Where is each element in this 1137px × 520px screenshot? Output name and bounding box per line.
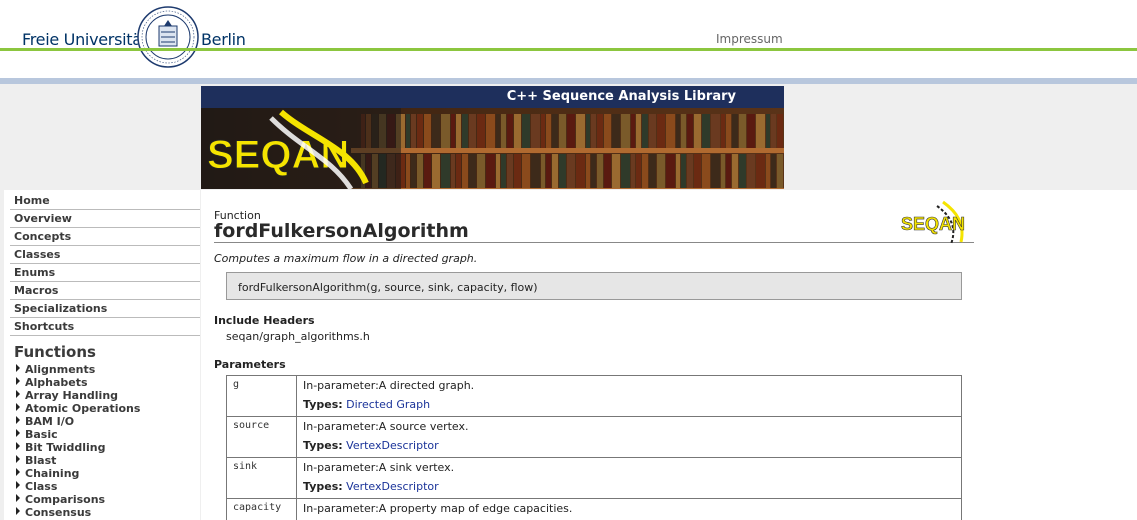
include-file: seqan/graph_algorithms.h xyxy=(226,330,370,343)
expand-triangle-icon xyxy=(16,494,20,502)
page-title: fordFulkersonAlgorithm xyxy=(214,220,469,242)
university-header: Freie Universität Berlin Impressum xyxy=(0,0,1137,78)
expand-triangle-icon xyxy=(16,455,20,463)
sidebar-item-overview[interactable]: Overview xyxy=(10,210,200,228)
impressum-link[interactable]: Impressum xyxy=(716,32,783,46)
function-group-label: Alphabets xyxy=(25,376,88,389)
svg-text:SEQAN: SEQAN xyxy=(901,214,965,234)
function-group-bam-io[interactable]: BAM I/O xyxy=(16,415,200,428)
sidebar-item-specializations[interactable]: Specializations xyxy=(10,300,200,318)
expand-triangle-icon xyxy=(16,507,20,515)
table-row: g In-parameter:A directed graph. Types: … xyxy=(226,375,962,417)
parameter-name: source xyxy=(226,416,297,458)
function-group-blast[interactable]: Blast xyxy=(16,454,200,467)
function-group-label: Class xyxy=(25,480,58,493)
function-group-label: Array Handling xyxy=(25,389,119,402)
function-group-class[interactable]: Class xyxy=(16,480,200,493)
function-group-alphabets[interactable]: Alphabets xyxy=(16,376,200,389)
expand-triangle-icon xyxy=(16,481,20,489)
seqan-banner: C++ Sequence Analysis Library SEQAN xyxy=(201,86,784,189)
expand-triangle-icon xyxy=(16,429,20,437)
parameter-description: In-parameter:A source vertex. xyxy=(303,420,469,433)
function-group-consensus[interactable]: Consensus xyxy=(16,506,200,519)
function-group-comparisons[interactable]: Comparisons xyxy=(16,493,200,506)
parameter-description-cell: In-parameter:A directed graph. Types: Di… xyxy=(296,375,962,417)
signature-box: fordFulkersonAlgorithm(g, source, sink, … xyxy=(226,272,962,300)
function-group-alignments[interactable]: Alignments xyxy=(16,363,200,376)
sidebar-item-home[interactable]: Home xyxy=(10,192,200,210)
expand-triangle-icon xyxy=(16,442,20,450)
sidebar: Home Overview Concepts Classes Enums Mac… xyxy=(4,190,200,520)
sidebar-item-enums[interactable]: Enums xyxy=(10,264,200,282)
parameter-types: Types: VertexDescriptor xyxy=(303,439,955,452)
function-signature: fordFulkersonAlgorithm(g, source, sink, … xyxy=(238,281,538,294)
parameter-description-cell: In-parameter:A property map of edge capa… xyxy=(296,498,962,520)
sidebar-item-classes[interactable]: Classes xyxy=(10,246,200,264)
table-row: capacity In-parameter:A property map of … xyxy=(226,498,962,520)
header-green-rule xyxy=(0,48,1137,51)
function-group-label: Chaining xyxy=(25,467,80,480)
parameter-types: Types: VertexDescriptor xyxy=(303,480,955,493)
function-group-label: Alignments xyxy=(25,363,96,376)
types-label: Types: xyxy=(303,480,343,493)
title-divider xyxy=(214,242,974,243)
university-seal-icon xyxy=(137,6,199,68)
seqan-logo-icon: SEQAN xyxy=(901,200,965,245)
expand-triangle-icon xyxy=(16,377,20,385)
function-group-atomic-operations[interactable]: Atomic Operations xyxy=(16,402,200,415)
function-group-array-handling[interactable]: Array Handling xyxy=(16,389,200,402)
seqan-logo-text: SEQAN xyxy=(207,133,349,177)
function-group-label: Comparisons xyxy=(25,493,106,506)
parameter-description: In-parameter:A property map of edge capa… xyxy=(303,502,573,515)
parameter-name: g xyxy=(226,375,297,417)
types-label: Types: xyxy=(303,439,343,452)
table-row: source In-parameter:A source vertex. Typ… xyxy=(226,416,962,458)
types-label: Types: xyxy=(303,398,343,411)
function-group-basic[interactable]: Basic xyxy=(16,428,200,441)
parameter-description: In-parameter:A sink vertex. xyxy=(303,461,455,474)
function-group-bit-twiddling[interactable]: Bit Twiddling xyxy=(16,441,200,454)
expand-triangle-icon xyxy=(16,416,20,424)
function-group-chaining[interactable]: Chaining xyxy=(16,467,200,480)
expand-triangle-icon xyxy=(16,403,20,411)
parameter-name: capacity xyxy=(226,498,297,520)
function-group-label: Consensus xyxy=(25,506,92,519)
expand-triangle-icon xyxy=(16,468,20,476)
function-group-label: Blast xyxy=(25,454,57,467)
parameters-heading: Parameters xyxy=(214,358,286,371)
university-name-right: Berlin xyxy=(201,30,246,49)
type-link-vertex-descriptor[interactable]: VertexDescriptor xyxy=(346,439,439,452)
function-group-label: BAM I/O xyxy=(25,415,75,428)
main-content: Function fordFulkersonAlgorithm SEQAN Co… xyxy=(201,190,1137,520)
parameter-types: Types: Directed Graph xyxy=(303,398,955,411)
type-link-directed-graph[interactable]: Directed Graph xyxy=(346,398,430,411)
expand-triangle-icon xyxy=(16,364,20,372)
parameter-description-cell: In-parameter:A sink vertex. Types: Verte… xyxy=(296,457,962,499)
parameter-name: sink xyxy=(226,457,297,499)
function-group-label: Basic xyxy=(25,428,58,441)
function-group-label: Bit Twiddling xyxy=(25,441,106,454)
parameter-description: In-parameter:A directed graph. xyxy=(303,379,475,392)
include-headers-heading: Include Headers xyxy=(214,314,315,327)
sidebar-item-macros[interactable]: Macros xyxy=(10,282,200,300)
function-group-label: Atomic Operations xyxy=(25,402,141,415)
parameters-table: g In-parameter:A directed graph. Types: … xyxy=(226,375,962,520)
table-row: sink In-parameter:A sink vertex. Types: … xyxy=(226,457,962,499)
expand-triangle-icon xyxy=(16,390,20,398)
functions-heading: Functions xyxy=(14,343,96,361)
sidebar-item-concepts[interactable]: Concepts xyxy=(10,228,200,246)
parameter-description-cell: In-parameter:A source vertex. Types: Ver… xyxy=(296,416,962,458)
sidebar-item-shortcuts[interactable]: Shortcuts xyxy=(10,318,200,336)
type-link-vertex-descriptor[interactable]: VertexDescriptor xyxy=(346,480,439,493)
function-summary: Computes a maximum flow in a directed gr… xyxy=(214,252,478,265)
banner-title-bar: C++ Sequence Analysis Library xyxy=(201,86,784,108)
university-name-left: Freie Universität xyxy=(22,30,148,49)
banner-title: C++ Sequence Analysis Library xyxy=(506,89,736,104)
library-banner-image: SEQAN xyxy=(201,108,784,189)
